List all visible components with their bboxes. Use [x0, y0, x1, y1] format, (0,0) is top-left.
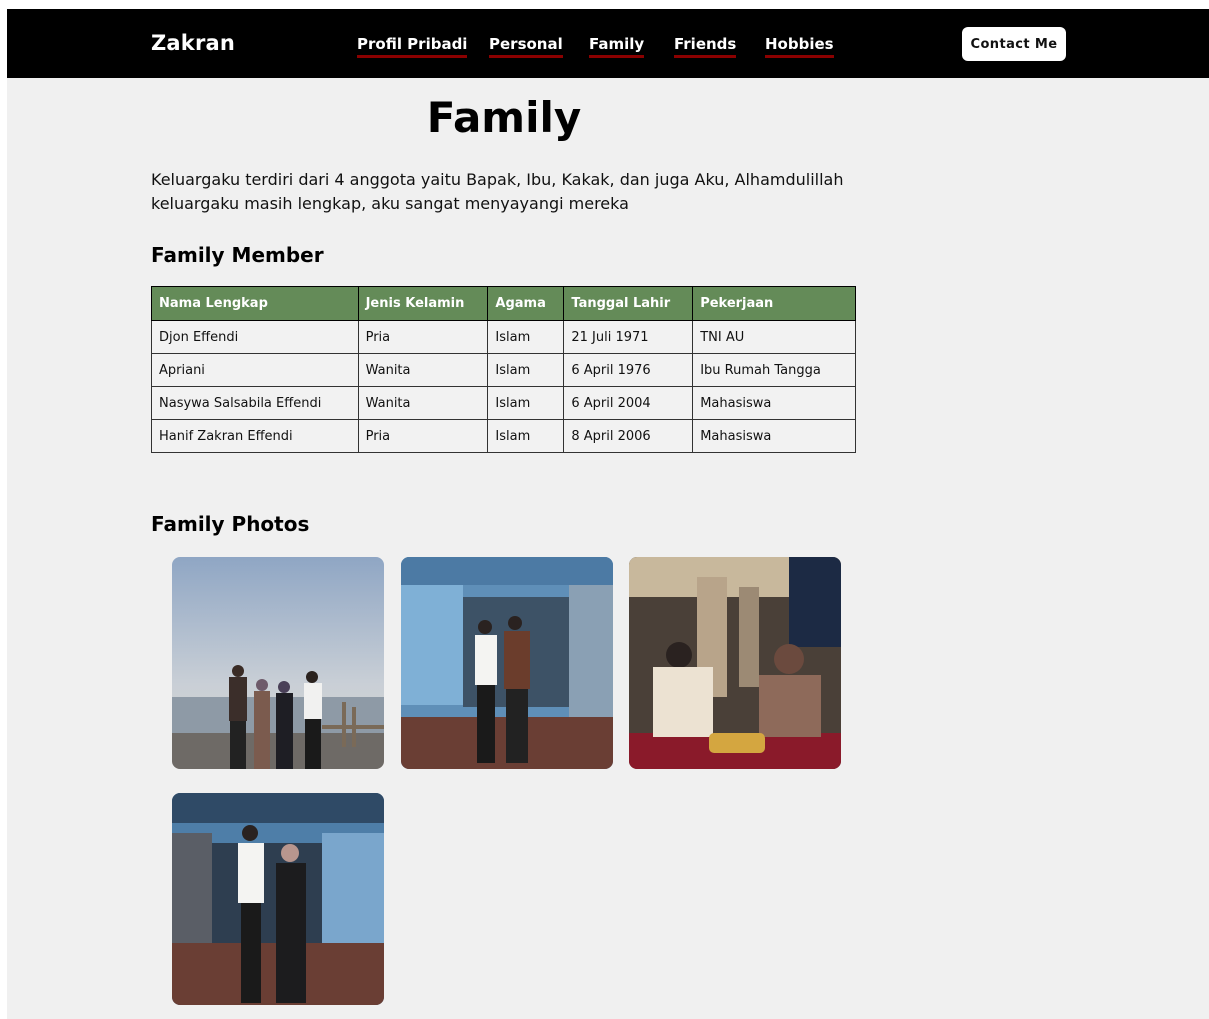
table-cell: Ibu Rumah Tangga [692, 353, 856, 387]
family-member-heading: Family Member [151, 243, 324, 267]
table-cell: Islam [487, 353, 565, 387]
column-header: Nama Lengkap [151, 286, 359, 321]
family-photo-house-siblings [172, 793, 384, 1005]
table-cell: 8 April 2006 [563, 419, 694, 453]
table-cell: Islam [487, 320, 565, 354]
table-row: Apriani Wanita Islam 6 April 1976 Ibu Ru… [151, 353, 856, 387]
table-cell: 21 Juli 1971 [563, 320, 694, 354]
nav-link-family[interactable]: Family [589, 35, 645, 58]
family-member-table: Nama Lengkap Jenis Kelamin Agama Tanggal… [151, 286, 856, 453]
nav-link-profil-pribadi[interactable]: Profil Pribadi [357, 35, 468, 58]
page-title: Family [426, 93, 582, 142]
family-photos-heading: Family Photos [151, 512, 310, 536]
table-cell: Apriani [151, 353, 359, 387]
table-row: Nasywa Salsabila Effendi Wanita Islam 6 … [151, 386, 856, 420]
column-header: Jenis Kelamin [357, 286, 489, 321]
table-cell: Djon Effendi [151, 320, 359, 354]
brand-logo[interactable]: Zakran [151, 31, 235, 55]
column-header: Agama [487, 286, 565, 321]
column-header: Tanggal Lahir [563, 286, 694, 321]
table-cell: Nasywa Salsabila Effendi [151, 386, 359, 420]
table-cell: Mahasiswa [692, 419, 856, 453]
page: Zakran Profil Pribadi Personal Family Fr… [7, 9, 1209, 1019]
family-photo-house-father-son [401, 557, 613, 769]
table-cell: 6 April 1976 [563, 353, 694, 387]
column-header: Pekerjaan [692, 286, 856, 321]
table-cell: Islam [487, 386, 565, 420]
table-cell: TNI AU [692, 320, 856, 354]
table-header-row: Nama Lengkap Jenis Kelamin Agama Tanggal… [151, 286, 856, 321]
navbar: Zakran Profil Pribadi Personal Family Fr… [7, 9, 1209, 78]
table-cell: Pria [357, 419, 489, 453]
nav-link-hobbies[interactable]: Hobbies [765, 35, 834, 58]
table-row: Djon Effendi Pria Islam 21 Juli 1971 TNI… [151, 320, 856, 354]
table-row: Hanif Zakran Effendi Pria Islam 8 April … [151, 419, 856, 453]
nav-link-personal[interactable]: Personal [489, 35, 563, 58]
intro-paragraph: Keluargaku terdiri dari 4 anggota yaitu … [151, 170, 844, 213]
table-cell: Mahasiswa [692, 386, 856, 420]
family-photo-restaurant [629, 557, 841, 769]
table-cell: Wanita [357, 386, 489, 420]
contact-me-button[interactable]: Contact Me [962, 27, 1066, 61]
table-cell: Hanif Zakran Effendi [151, 419, 359, 453]
table-cell: Pria [357, 320, 489, 354]
family-photo-seaside [172, 557, 384, 769]
table-cell: Wanita [357, 353, 489, 387]
table-cell: Islam [487, 419, 565, 453]
table-cell: 6 April 2004 [563, 386, 694, 420]
nav-link-friends[interactable]: Friends [674, 35, 737, 58]
